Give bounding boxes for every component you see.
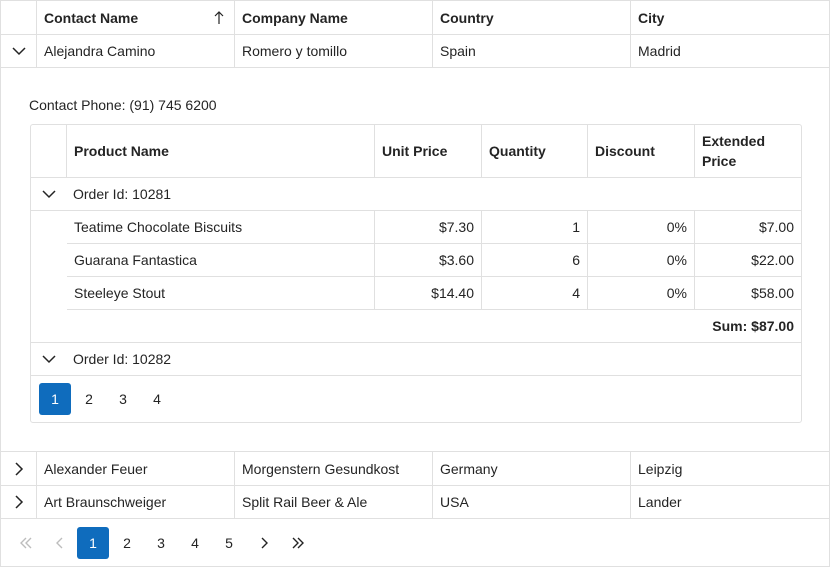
expand-row-button[interactable]: [1, 486, 37, 518]
detail-panel: Contact Phone: (91) 745 6200 Product Nam…: [1, 67, 829, 452]
group-label: Order Id: 10282: [73, 351, 172, 367]
chevron-down-icon: [42, 355, 56, 364]
cell-product-name: Guarana Fantastica: [67, 244, 375, 276]
chevron-right-icon: [14, 461, 23, 476]
last-page-button[interactable]: [281, 527, 315, 559]
cell-contact-name: Alejandra Camino: [37, 35, 235, 67]
column-header-extended-price[interactable]: Extended Price: [695, 125, 801, 177]
cell-extended-price: $7.00: [758, 219, 794, 235]
page-button-4[interactable]: 4: [141, 383, 173, 415]
column-header-quantity[interactable]: Quantity: [482, 125, 588, 177]
cell-country: Spain: [433, 35, 631, 67]
column-header-country[interactable]: Country: [433, 1, 631, 34]
page-button-4[interactable]: 4: [179, 527, 211, 559]
cell-extended-price: $22.00: [751, 252, 794, 268]
collapse-row-button[interactable]: [1, 35, 37, 67]
detail-pager: 1 2 3 4: [39, 383, 175, 415]
chevron-right-icon: [261, 537, 268, 549]
cell-company-name: Romero y tomillo: [235, 35, 433, 67]
group-sum: Sum: $87.00: [712, 318, 794, 334]
master-grid: Contact Name Company Name Country City A…: [0, 0, 830, 567]
page-button-1[interactable]: 1: [77, 527, 109, 559]
group-label: Order Id: 10281: [73, 186, 172, 202]
cell-company-name: Morgenstern Gesundkost: [235, 452, 433, 485]
group-summary-indent: [31, 310, 67, 343]
cell-discount: 0%: [588, 211, 695, 243]
page-button-2[interactable]: 2: [73, 383, 105, 415]
sort-ascending-icon[interactable]: [214, 10, 224, 25]
cell-quantity: 1: [482, 211, 588, 243]
table-row: Guarana Fantastica $3.60 6 0% $22.00: [67, 244, 801, 277]
table-row: Alexander Feuer Morgenstern Gesundkost G…: [1, 452, 829, 486]
page-button-3[interactable]: 3: [107, 383, 139, 415]
cell-discount: 0%: [588, 244, 695, 276]
cell-unit-price: $3.60: [375, 244, 482, 276]
column-header-product-name[interactable]: Product Name: [67, 125, 375, 177]
group-row: Order Id: 10282: [31, 343, 801, 376]
column-header-discount[interactable]: Discount: [588, 125, 695, 177]
chevron-down-icon: [42, 190, 56, 199]
table-row: Teatime Chocolate Biscuits $7.30 1 0% $7…: [67, 211, 801, 244]
cell-contact-name: Alexander Feuer: [37, 452, 235, 485]
page-button-3[interactable]: 3: [145, 527, 177, 559]
table-row: Alejandra Camino Romero y tomillo Spain …: [1, 35, 829, 68]
cell-country: Germany: [433, 452, 631, 485]
collapse-group-button[interactable]: [31, 343, 67, 375]
double-chevron-left-icon: [20, 537, 32, 549]
column-header-contact-name[interactable]: Contact Name: [37, 1, 235, 34]
grid-pager: 1 2 3 4 5: [9, 527, 315, 559]
chevron-left-icon: [56, 537, 63, 549]
cell-contact-name: Art Braunschweiger: [37, 486, 235, 518]
cell-city: Leipzig: [638, 460, 683, 477]
previous-page-button[interactable]: [43, 527, 77, 559]
cell-product-name: Steeleye Stout: [67, 277, 375, 309]
page-button-5[interactable]: 5: [213, 527, 245, 559]
detail-group-column-header: [31, 125, 67, 177]
detail-grid: Product Name Unit Price Quantity Discoun…: [30, 124, 802, 423]
expand-row-button[interactable]: [1, 452, 37, 485]
cell-quantity: 6: [482, 244, 588, 276]
column-header-unit-price[interactable]: Unit Price: [375, 125, 482, 177]
cell-discount: 0%: [588, 277, 695, 309]
cell-product-name: Teatime Chocolate Biscuits: [67, 211, 375, 243]
table-row: Art Braunschweiger Split Rail Beer & Ale…: [1, 486, 829, 519]
page-button-1[interactable]: 1: [39, 383, 71, 415]
double-chevron-right-icon: [292, 537, 304, 549]
cell-quantity: 4: [482, 277, 588, 309]
table-row: Steeleye Stout $14.40 4 0% $58.00: [67, 277, 801, 310]
next-page-button[interactable]: [247, 527, 281, 559]
column-header-company-name[interactable]: Company Name: [235, 1, 433, 34]
cell-company-name: Split Rail Beer & Ale: [235, 486, 433, 518]
first-page-button[interactable]: [9, 527, 43, 559]
column-header-label: Contact Name: [44, 9, 139, 26]
cell-city: Lander: [638, 494, 682, 510]
cell-city: Madrid: [638, 43, 681, 59]
grid-header-row: Contact Name Company Name Country City: [1, 1, 829, 35]
collapse-group-button[interactable]: [31, 178, 67, 210]
chevron-down-icon: [11, 47, 26, 56]
cell-unit-price: $14.40: [375, 277, 482, 309]
column-header-city[interactable]: City: [631, 1, 829, 34]
page-button-2[interactable]: 2: [111, 527, 143, 559]
cell-unit-price: $7.30: [375, 211, 482, 243]
expand-column-header: [1, 1, 37, 34]
detail-header-row: Product Name Unit Price Quantity Discoun…: [31, 125, 801, 178]
chevron-right-icon: [14, 495, 23, 509]
cell-extended-price: $58.00: [751, 285, 794, 301]
group-row: Order Id: 10281: [31, 178, 801, 211]
cell-country: USA: [433, 486, 631, 518]
contact-phone: Contact Phone: (91) 745 6200: [29, 97, 217, 113]
group-summary-row: Sum: $87.00: [67, 310, 801, 343]
